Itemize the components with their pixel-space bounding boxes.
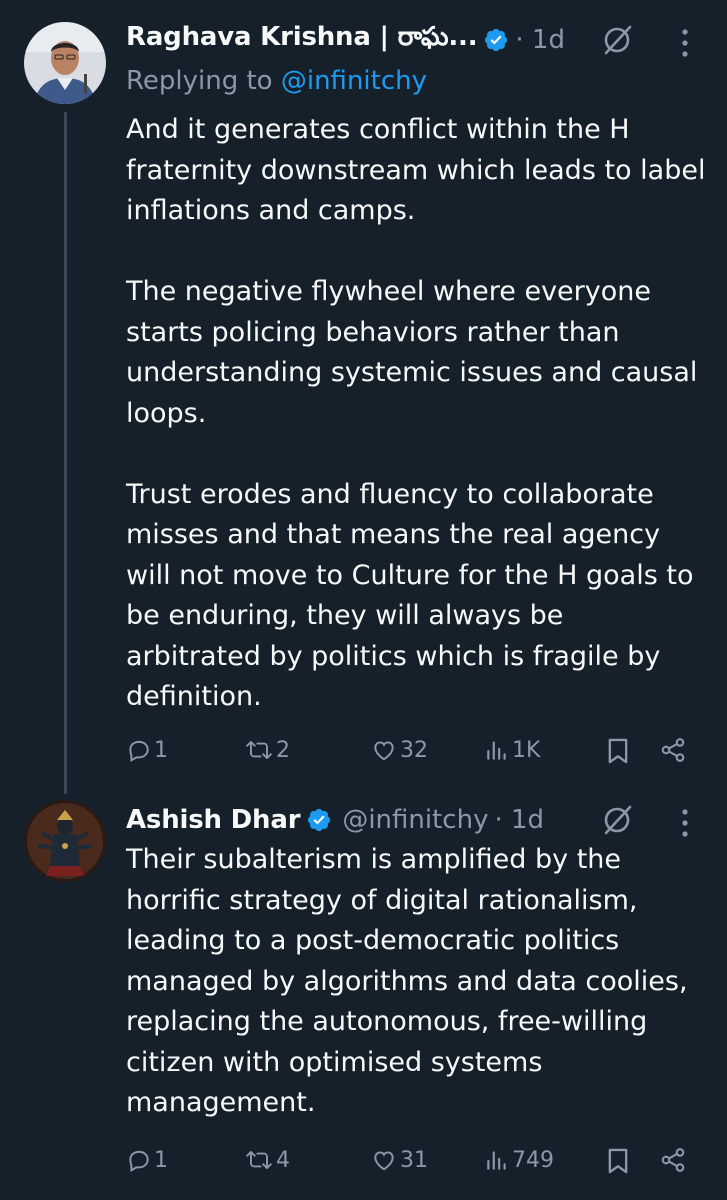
views-count: 749 bbox=[512, 1147, 554, 1173]
reply-icon bbox=[129, 1150, 149, 1173]
replying-to-mention[interactable]: @infinitchy bbox=[281, 66, 427, 96]
author-name[interactable]: Raghava Krishna | రాఘ... bbox=[126, 22, 478, 58]
tweet-raghava[interactable]: Raghava Krishna | రాఘ... · 1d Replying t… bbox=[0, 0, 727, 800]
tweet-paragraph: Trust erodes and fluency to collaborate … bbox=[126, 478, 694, 713]
tweet-actions: 1 4 31 749 bbox=[126, 1140, 727, 1180]
views-button[interactable]: 749 bbox=[484, 1140, 554, 1180]
like-count: 31 bbox=[400, 1147, 428, 1173]
like-button[interactable]: 31 bbox=[370, 1140, 428, 1180]
views-icon bbox=[487, 741, 506, 760]
reply-button[interactable]: 1 bbox=[126, 1140, 168, 1180]
avatar-ashish[interactable] bbox=[24, 800, 106, 882]
tweet-time[interactable]: · 1d bbox=[515, 25, 565, 55]
share-icon[interactable] bbox=[659, 1146, 687, 1174]
like-icon bbox=[374, 1151, 394, 1171]
author-handle[interactable]: @infinitchy bbox=[342, 805, 488, 835]
retweet-button[interactable]: 2 bbox=[244, 730, 290, 770]
replying-to-label: Replying to bbox=[126, 66, 281, 96]
tweet-header: Raghava Krishna | రాఘ... · 1d bbox=[126, 20, 727, 60]
tweet-text: And it generates conflict within the H f… bbox=[126, 110, 706, 718]
views-count: 1K bbox=[512, 737, 541, 763]
avatar-raghava[interactable] bbox=[24, 22, 106, 104]
tweet-text: Their subalterism is amplified by the ho… bbox=[126, 840, 706, 1124]
tweet-header: Ashish Dhar @infinitchy · 1d bbox=[126, 800, 727, 840]
retweet-count: 4 bbox=[276, 1147, 290, 1173]
reply-button[interactable]: 1 bbox=[126, 730, 168, 770]
verified-badge-icon bbox=[308, 808, 331, 832]
replying-to: Replying to @infinitchy bbox=[126, 66, 427, 96]
reply-icon bbox=[129, 740, 149, 763]
author-name[interactable]: Ashish Dhar bbox=[126, 805, 301, 835]
reply-count: 1 bbox=[154, 737, 168, 763]
views-icon bbox=[487, 1151, 506, 1170]
tweet-paragraph: And it generates conflict within the H f… bbox=[126, 114, 706, 226]
views-button[interactable]: 1K bbox=[484, 730, 540, 770]
tweet-ashish[interactable]: Ashish Dhar @infinitchy · 1d Their subal… bbox=[0, 800, 727, 1200]
bookmark-icon[interactable] bbox=[606, 1147, 630, 1175]
bookmark-icon[interactable] bbox=[606, 737, 630, 765]
tweet-paragraph: Their subalterism is amplified by the ho… bbox=[126, 844, 688, 1118]
more-options-icon[interactable] bbox=[680, 28, 690, 58]
retweet-count: 2 bbox=[276, 737, 290, 763]
retweet-button[interactable]: 4 bbox=[244, 1140, 290, 1180]
retweet-icon bbox=[246, 741, 272, 759]
grok-icon[interactable] bbox=[600, 23, 634, 57]
grok-icon[interactable] bbox=[600, 803, 634, 837]
like-count: 32 bbox=[400, 737, 428, 763]
tweet-paragraph: The negative flywheel where everyone sta… bbox=[126, 276, 698, 429]
verified-badge-icon bbox=[485, 28, 508, 52]
more-options-icon[interactable] bbox=[680, 808, 690, 838]
like-icon bbox=[374, 741, 394, 761]
reply-count: 1 bbox=[154, 1147, 168, 1173]
tweet-actions: 1 2 32 1K bbox=[126, 730, 727, 770]
retweet-icon bbox=[246, 1151, 272, 1169]
share-icon[interactable] bbox=[659, 736, 687, 764]
tweet-time[interactable]: · 1d bbox=[494, 805, 544, 835]
like-button[interactable]: 32 bbox=[370, 730, 428, 770]
